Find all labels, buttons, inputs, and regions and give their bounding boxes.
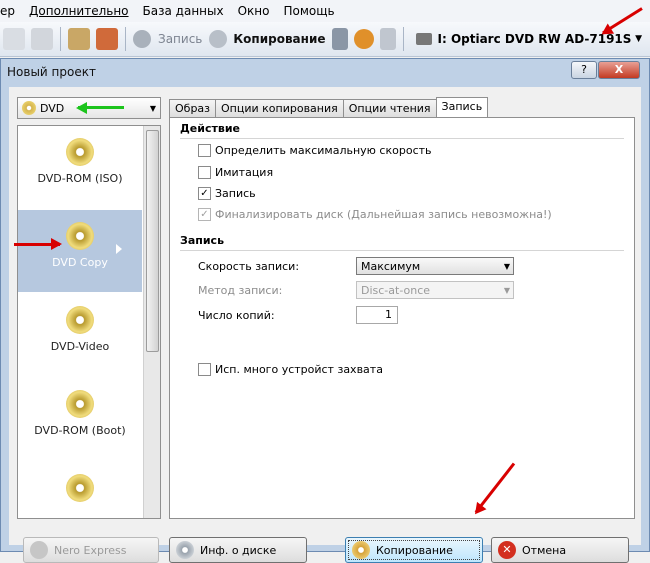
toolbar: Запись Копирование I: Optiarc DVD RW AD-… — [0, 22, 650, 57]
tab-copy-options[interactable]: Опции копирования — [215, 99, 344, 118]
action-section-title: Действие — [180, 122, 624, 139]
list-item-dvd-video[interactable]: DVD-Video — [18, 294, 142, 376]
copy-icon[interactable] — [3, 28, 25, 50]
drive-select[interactable]: I: Optiarc DVD RW AD-7191S — [415, 32, 631, 46]
dvd-video-icon — [66, 306, 94, 334]
copy-start-button[interactable]: Копирование — [345, 537, 483, 563]
disc-icon — [66, 474, 94, 502]
annotation-arrow-dvd-copy — [14, 238, 62, 250]
menu-item-extras[interactable]: Дополнительно — [22, 4, 136, 18]
checkbox-multi-device[interactable]: Исп. много устройст захвата — [198, 363, 383, 376]
speed-value: Максимум — [361, 259, 421, 273]
chevron-down-icon: ▼ — [503, 261, 510, 271]
menu-bar: ер Дополнительно База данных Окно Помощь — [0, 0, 650, 22]
copies-input[interactable]: 1 — [356, 306, 398, 324]
disc-info-label: Инф. о диске — [200, 543, 277, 557]
checkmark-icon: ✓ — [198, 208, 211, 221]
copies-label: Число копий: — [198, 309, 275, 322]
tab-image[interactable]: Образ — [169, 99, 217, 118]
disc-info-icon — [176, 541, 194, 559]
speed-select[interactable]: Максимум ▼ — [356, 257, 514, 275]
cancel-button[interactable]: ✕ Отмена — [491, 537, 629, 563]
nero-express-icon — [30, 541, 48, 559]
checkbox-box[interactable] — [198, 363, 211, 376]
paste-icon[interactable] — [31, 28, 53, 50]
media-icon[interactable] — [331, 28, 348, 50]
list-item-dvd-rom-boot[interactable]: DVD-ROM (Boot) — [18, 378, 142, 460]
help-button[interactable]: ? — [571, 61, 597, 79]
menu-item-partial[interactable]: ер — [0, 4, 22, 18]
tab-read-options[interactable]: Опции чтения — [342, 99, 437, 118]
list-item-partial[interactable] — [18, 462, 142, 518]
tab-panel-record: Действие Определить максимальную скорост… — [169, 117, 635, 519]
tab-record[interactable]: Запись — [435, 97, 489, 119]
drive-icon — [415, 33, 432, 45]
chevron-right-icon — [116, 244, 122, 254]
dvd-boot-icon — [66, 390, 94, 418]
annotation-arrow-media — [78, 106, 124, 109]
checkbox-label: Исп. много устройст захвата — [215, 363, 383, 376]
checkbox-label: Финализировать диск (Дальнейшая запись н… — [215, 208, 552, 221]
toolbar-separator — [60, 27, 61, 51]
checkbox-label: Определить максимальную скорость — [215, 144, 432, 157]
chevron-down-icon: ▼ — [149, 103, 156, 113]
record-button[interactable]: Запись — [158, 32, 202, 46]
disc-icon — [22, 101, 36, 115]
copy-start-label: Копирование — [376, 543, 453, 557]
write-section-title: Запись — [180, 234, 625, 251]
chevron-down-icon[interactable]: ▼ — [635, 34, 642, 44]
menu-item-database[interactable]: База данных — [136, 4, 231, 18]
checkbox-simulation[interactable]: Имитация — [198, 166, 273, 179]
checkbox-label: Имитация — [215, 166, 274, 179]
list-item-label: DVD-ROM (ISO) — [37, 172, 123, 185]
disc-info-button[interactable]: Инф. о диске — [169, 537, 307, 563]
project-type-list: DVD-ROM (ISO) DVD Copy DVD-Video DVD-ROM… — [17, 125, 161, 519]
checkbox-label: Запись — [215, 187, 256, 200]
nero-express-label: Nero Express — [54, 543, 127, 557]
list-item-label: DVD-Video — [50, 340, 110, 353]
dvd-rom-icon — [66, 138, 94, 166]
device-icon[interactable] — [379, 28, 396, 50]
checkbox-record[interactable]: ✓ Запись — [198, 187, 256, 200]
list-item-dvd-copy[interactable]: DVD Copy — [18, 210, 142, 292]
menu-item-help[interactable]: Помощь — [276, 4, 341, 18]
checkmark-icon[interactable]: ✓ — [198, 187, 211, 200]
dialog-title: Новый проект — [7, 65, 96, 79]
checkbox-box[interactable] — [198, 144, 211, 157]
checkbox-max-speed[interactable]: Определить максимальную скорость — [198, 144, 432, 157]
dialog-body: DVD ▼ DVD-ROM (ISO) DVD Copy DVD-Video D… — [9, 87, 641, 563]
speed-label: Скорость записи: — [198, 260, 300, 273]
new-project-dialog: Новый проект ? X DVD ▼ DVD-ROM (ISO) DVD… — [0, 58, 650, 563]
disc-icon[interactable] — [209, 30, 228, 48]
menu-item-window[interactable]: Окно — [231, 4, 277, 18]
chevron-down-icon: ▼ — [503, 285, 510, 295]
method-value: Disc-at-once — [361, 283, 431, 297]
list-item-label: DVD-ROM (Boot) — [34, 424, 126, 437]
toolbar-separator — [125, 27, 126, 51]
tab-strip: Образ Опции копирования Опции чтения Зап… — [169, 97, 489, 119]
copy-icon — [352, 541, 370, 559]
media-type-value: DVD — [40, 101, 65, 115]
cancel-icon: ✕ — [498, 541, 516, 559]
record-icon[interactable] — [133, 30, 151, 48]
checkbox-finalize: ✓ Финализировать диск (Дальнейшая запись… — [198, 208, 552, 221]
scrollbar-thumb[interactable] — [146, 130, 159, 352]
toolbar-separator — [402, 27, 404, 51]
copy-button[interactable]: Копирование — [233, 32, 325, 46]
dvd-copy-icon — [66, 222, 94, 250]
nero-express-button[interactable]: Nero Express — [23, 537, 159, 563]
cancel-label: Отмена — [522, 543, 567, 557]
burn-icon[interactable] — [96, 28, 118, 50]
pencil-icon[interactable] — [68, 28, 90, 50]
eject-icon[interactable] — [353, 29, 374, 49]
list-item-dvd-rom-iso[interactable]: DVD-ROM (ISO) — [18, 126, 142, 208]
list-item-label: DVD Copy — [52, 256, 108, 269]
method-label: Метод записи: — [198, 284, 283, 297]
list-scrollbar[interactable] — [143, 126, 160, 518]
close-button[interactable]: X — [598, 61, 640, 79]
method-select: Disc-at-once ▼ — [356, 281, 514, 299]
checkbox-box[interactable] — [198, 166, 211, 179]
